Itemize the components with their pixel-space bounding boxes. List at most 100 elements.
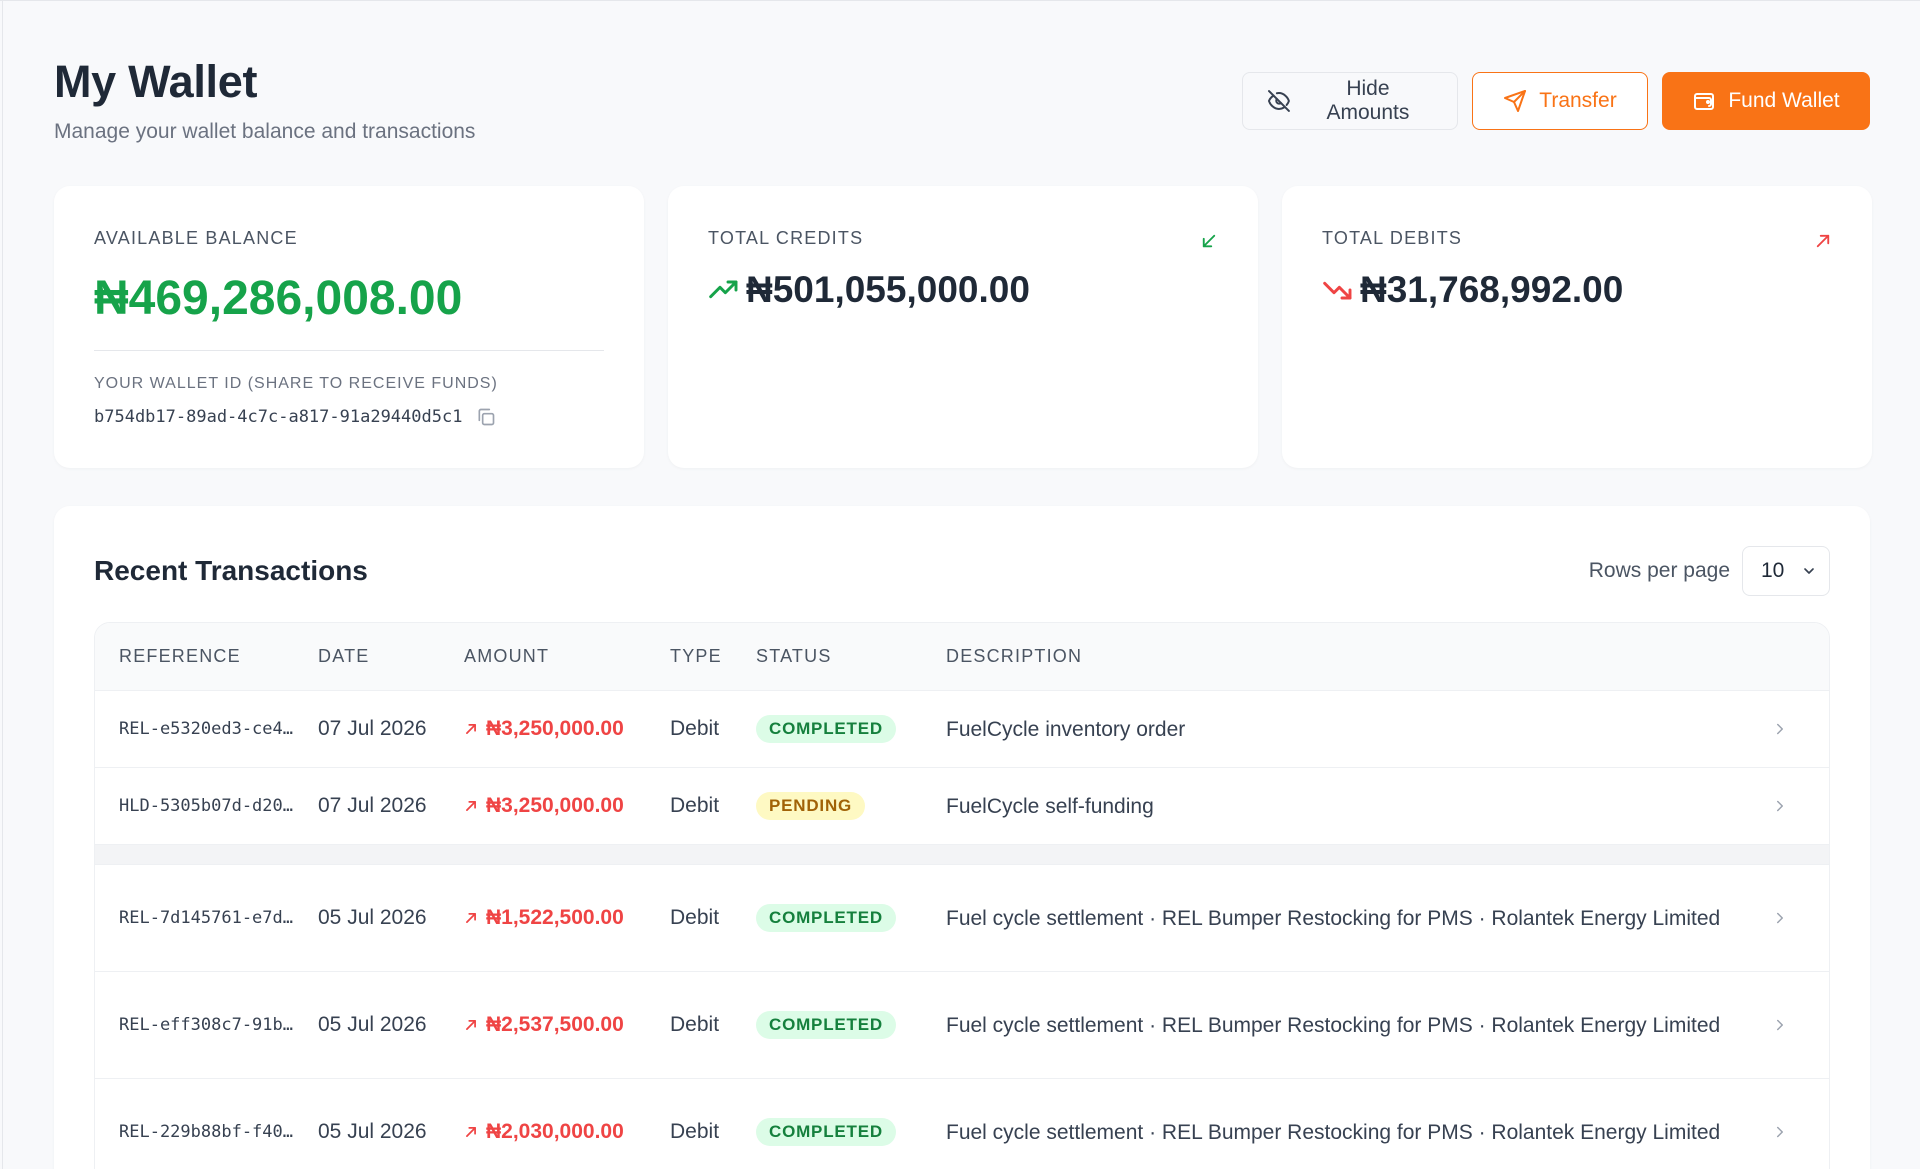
hide-amounts-label: Hide Amounts	[1326, 77, 1410, 124]
total-debits-label: TOTAL DEBITS	[1322, 228, 1463, 248]
row-amount: ₦3,250,000.00	[464, 717, 670, 741]
row-status: PENDING	[756, 792, 946, 820]
column-header-reference: REFERENCE	[119, 646, 241, 666]
table-row[interactable]: HLD-5305b07d-d20… 07 Jul 2026 ₦3,250,000…	[95, 768, 1829, 845]
hide-amounts-button[interactable]: Hide Amounts	[1242, 72, 1458, 130]
row-reference: REL-229b88bf-f40…	[119, 1122, 293, 1142]
total-debits-amount: ₦31,768,992.00	[1360, 269, 1624, 310]
row-amount: ₦2,030,000.00	[464, 1120, 670, 1144]
table-row[interactable]: REL-e5320ed3-ce4… 07 Jul 2026 ₦3,250,000…	[95, 691, 1829, 768]
row-date: 05 Jul 2026	[318, 1013, 427, 1036]
rows-per-page-label: Rows per page	[1588, 559, 1730, 582]
wallet-id-label: YOUR WALLET ID (SHARE TO RECEIVE FUNDS)	[94, 375, 498, 392]
trending-down-icon	[1323, 281, 1352, 300]
balance-divider	[94, 350, 604, 351]
column-header-amount: AMOUNT	[464, 646, 550, 666]
available-balance-label: AVAILABLE BALANCE	[94, 228, 298, 248]
row-description: Fuel cycle settlement · REL Bumper Resto…	[946, 1013, 1721, 1037]
row-date: 07 Jul 2026	[318, 794, 427, 817]
rows-per-page-value: 10	[1761, 559, 1785, 582]
arrow-up-right-icon	[466, 1020, 476, 1030]
wallet-icon	[1694, 93, 1715, 110]
row-type: Debit	[670, 1013, 720, 1036]
row-amount: ₦2,537,500.00	[464, 1013, 670, 1037]
rows-per-page: Rows per page 10	[1589, 546, 1830, 596]
row-type: Debit	[670, 1120, 720, 1143]
chevron-right-icon[interactable]	[1771, 797, 1789, 815]
row-status: COMPLETED	[756, 715, 946, 743]
status-badge: COMPLETED	[756, 904, 896, 932]
arrow-down-left-icon	[1202, 234, 1216, 248]
copy-icon[interactable]	[476, 407, 496, 427]
fund-wallet-button[interactable]: Fund Wallet	[1662, 72, 1870, 130]
available-balance-amount: ₦469,286,008.00	[94, 272, 463, 325]
row-reference: REL-7d145761-e7d…	[119, 908, 293, 928]
column-header-type: TYPE	[670, 646, 722, 666]
row-amount-value: ₦2,030,000.00	[486, 1120, 624, 1143]
row-amount-value: ₦1,522,500.00	[486, 906, 624, 929]
send-icon	[1504, 90, 1527, 112]
total-debits-value: ₦31,768,992.00	[1322, 269, 1832, 311]
row-reference: HLD-5305b07d-d20…	[119, 796, 293, 816]
chevron-right-icon[interactable]	[1771, 1016, 1789, 1034]
total-credits-card: TOTAL CREDITS ₦501,055,000.00	[668, 186, 1258, 468]
transactions-table: REFERENCE DATE AMOUNT TYPE STATUS DESCRI…	[94, 622, 1830, 1169]
header-actions: Hide Amounts Transfer Fund Wallet	[1242, 72, 1870, 130]
trending-up-icon	[709, 280, 738, 299]
arrow-up-right-icon	[466, 1127, 476, 1137]
row-date: 05 Jul 2026	[318, 906, 427, 929]
arrow-up-right-icon	[466, 724, 476, 734]
total-credits-label: TOTAL CREDITS	[708, 228, 864, 248]
table-header: REFERENCE DATE AMOUNT TYPE STATUS DESCRI…	[95, 623, 1829, 691]
total-credits-amount: ₦501,055,000.00	[746, 269, 1030, 310]
status-badge: COMPLETED	[756, 715, 896, 743]
row-amount-value: ₦2,537,500.00	[486, 1013, 624, 1036]
chevron-down-icon	[1804, 568, 1814, 574]
status-badge: COMPLETED	[756, 1118, 896, 1146]
wallet-id-value: b754db17-89ad-4c7c-a817-91a29440d5c1	[94, 407, 463, 427]
arrow-up-right-icon	[466, 801, 476, 811]
column-header-status: STATUS	[756, 646, 832, 666]
arrow-up-right-icon	[1816, 234, 1830, 248]
row-description: FuelCycle self-funding	[946, 794, 1154, 818]
row-date: 07 Jul 2026	[318, 717, 427, 740]
transfer-button[interactable]: Transfer	[1472, 72, 1648, 130]
row-status: COMPLETED	[756, 1118, 946, 1146]
row-status: COMPLETED	[756, 904, 946, 932]
eye-off-icon	[1267, 90, 1290, 112]
table-separator	[95, 845, 1829, 865]
left-border	[2, 0, 3, 1169]
available-balance-card: AVAILABLE BALANCE ₦469,286,008.00 YOUR W…	[54, 186, 644, 468]
table-row[interactable]: REL-229b88bf-f40… 05 Jul 2026 ₦2,030,000…	[95, 1079, 1829, 1169]
row-description: Fuel cycle settlement · REL Bumper Resto…	[946, 1120, 1721, 1144]
page-header: My Wallet Manage your wallet balance and…	[54, 56, 1870, 156]
transactions-title: Recent Transactions	[94, 555, 368, 586]
top-border	[0, 0, 1920, 4]
total-debits-card: TOTAL DEBITS ₦31,768,992.00	[1282, 186, 1872, 468]
row-amount: ₦3,250,000.00	[464, 794, 670, 818]
table-row[interactable]: REL-7d145761-e7d… 05 Jul 2026 ₦1,522,500…	[95, 865, 1829, 972]
status-badge: PENDING	[756, 792, 866, 820]
column-header-description: DESCRIPTION	[946, 646, 1083, 666]
rows-per-page-select[interactable]: 10	[1742, 546, 1830, 596]
row-date: 05 Jul 2026	[318, 1120, 427, 1143]
row-status: COMPLETED	[756, 1011, 946, 1039]
row-description: Fuel cycle settlement · REL Bumper Resto…	[946, 906, 1721, 930]
chevron-right-icon[interactable]	[1771, 1123, 1789, 1141]
table-row[interactable]: REL-eff308c7-91b… 05 Jul 2026 ₦2,537,500…	[95, 972, 1829, 1079]
transfer-label: Transfer	[1539, 89, 1617, 112]
column-header-date: DATE	[318, 646, 370, 666]
row-amount: ₦1,522,500.00	[464, 906, 670, 930]
row-amount-value: ₦3,250,000.00	[486, 794, 624, 817]
chevron-right-icon[interactable]	[1771, 720, 1789, 738]
total-credits-value: ₦501,055,000.00	[708, 269, 1218, 311]
status-badge: COMPLETED	[756, 1011, 896, 1039]
row-amount-value: ₦3,250,000.00	[486, 717, 624, 740]
row-type: Debit	[670, 906, 720, 929]
row-type: Debit	[670, 794, 720, 817]
arrow-up-right-icon	[466, 913, 476, 923]
chevron-right-icon[interactable]	[1771, 909, 1789, 927]
transactions-header: Recent Transactions Rows per page 10	[94, 546, 1830, 596]
fund-wallet-label: Fund Wallet	[1728, 89, 1840, 112]
wallet-id-row: b754db17-89ad-4c7c-a817-91a29440d5c1	[94, 407, 604, 427]
